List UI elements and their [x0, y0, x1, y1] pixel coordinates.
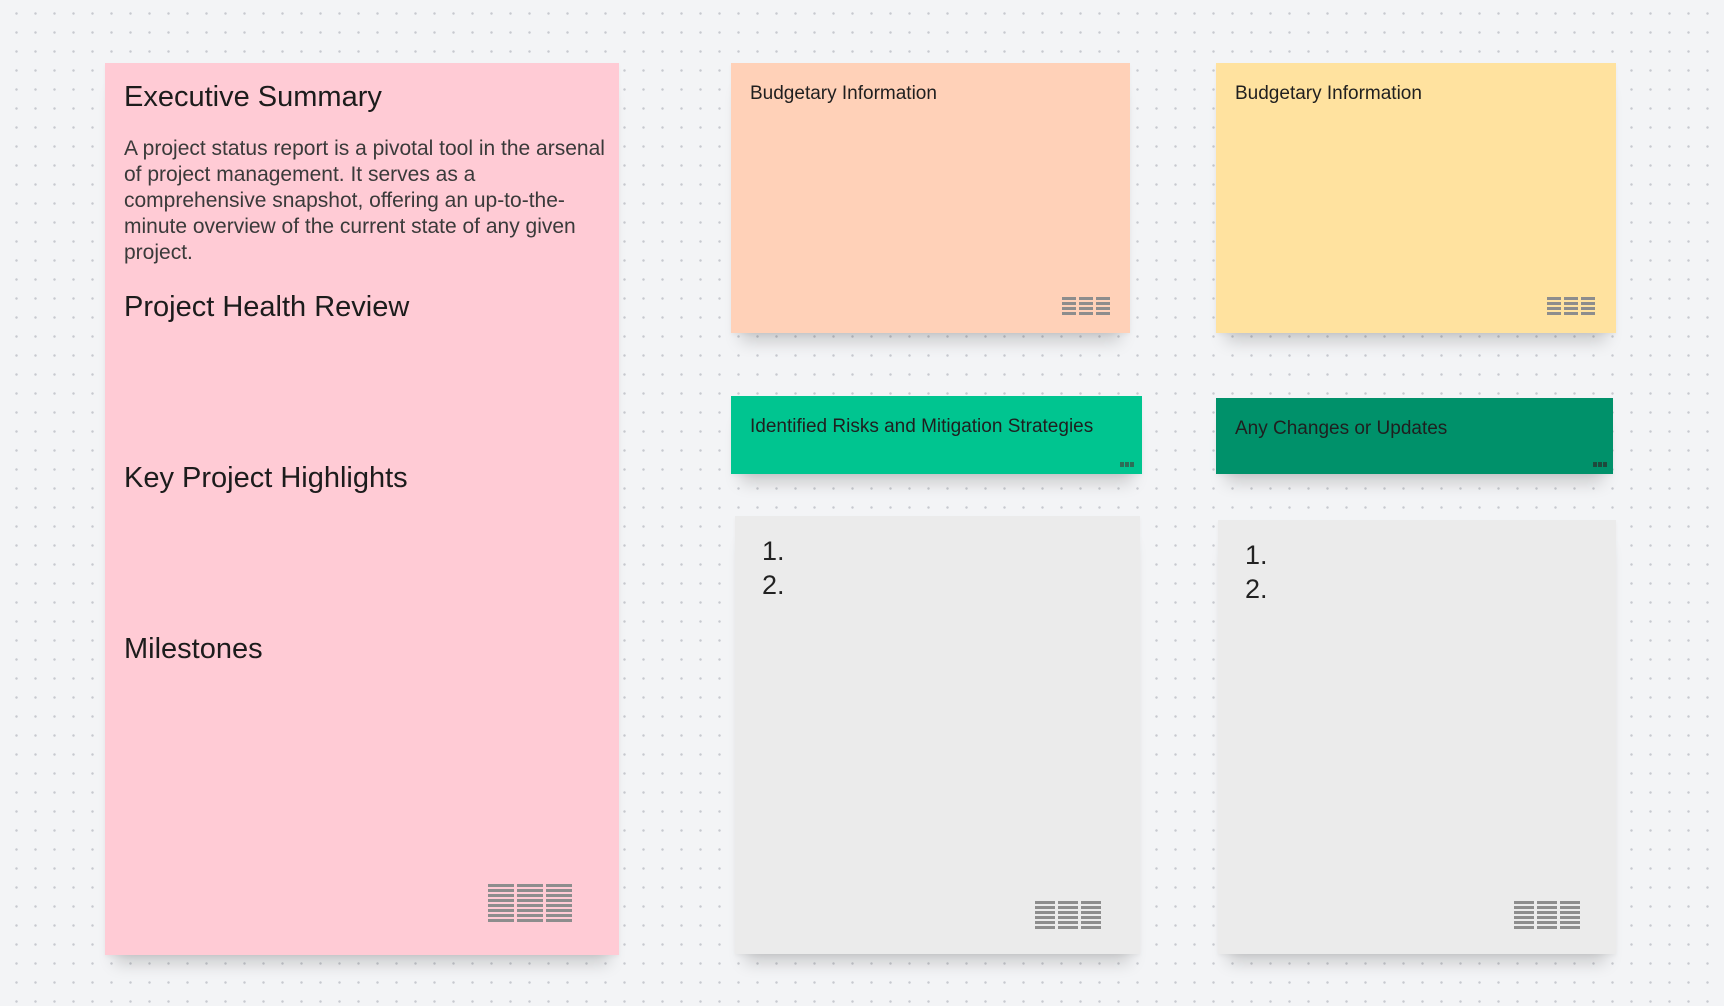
sticky-note-executive-summary[interactable]: Executive Summary A project status repor…: [105, 63, 619, 955]
note-title: Budgetary Information: [1235, 83, 1422, 104]
heading-milestones: Milestones: [124, 633, 263, 665]
sticky-note-budgetary-information-orange[interactable]: Budgetary Information: [731, 63, 1130, 333]
sticky-note-identified-risks[interactable]: Identified Risks and Mitigation Strategi…: [731, 396, 1142, 474]
note-title: Budgetary Information: [750, 83, 937, 104]
text-lines-icon: [1062, 297, 1110, 317]
text-lines-icon: [1514, 901, 1580, 930]
text-lines-icon: [1120, 462, 1134, 467]
list-item: 2.: [1245, 574, 1268, 604]
whiteboard-canvas[interactable]: Executive Summary A project status repor…: [0, 0, 1724, 1006]
note-title: Identified Risks and Mitigation Strategi…: [750, 416, 1094, 437]
list-item: 1.: [762, 536, 785, 566]
sticky-note-numbered-list-right[interactable]: 1. 2.: [1218, 520, 1616, 954]
heading-key-project-highlights: Key Project Highlights: [124, 462, 408, 494]
text-lines-icon: [1593, 462, 1607, 467]
numbered-list: 1. 2.: [1245, 538, 1268, 606]
heading-project-health-review: Project Health Review: [124, 291, 410, 323]
heading-executive-summary: Executive Summary: [124, 81, 382, 113]
text-lines-icon: [488, 884, 572, 922]
list-item: 1.: [1245, 540, 1268, 570]
list-item: 2.: [762, 570, 785, 600]
text-lines-icon: [1547, 297, 1595, 317]
text-lines-icon: [1035, 901, 1101, 930]
note-title: Any Changes or Updates: [1235, 418, 1448, 439]
executive-summary-text: A project status report is a pivotal too…: [124, 137, 605, 264]
sticky-note-budgetary-information-yellow[interactable]: Budgetary Information: [1216, 63, 1616, 333]
numbered-list: 1. 2.: [762, 534, 785, 602]
sticky-note-any-changes-or-updates[interactable]: Any Changes or Updates: [1216, 398, 1613, 474]
sticky-note-numbered-list-left[interactable]: 1. 2.: [735, 516, 1140, 954]
